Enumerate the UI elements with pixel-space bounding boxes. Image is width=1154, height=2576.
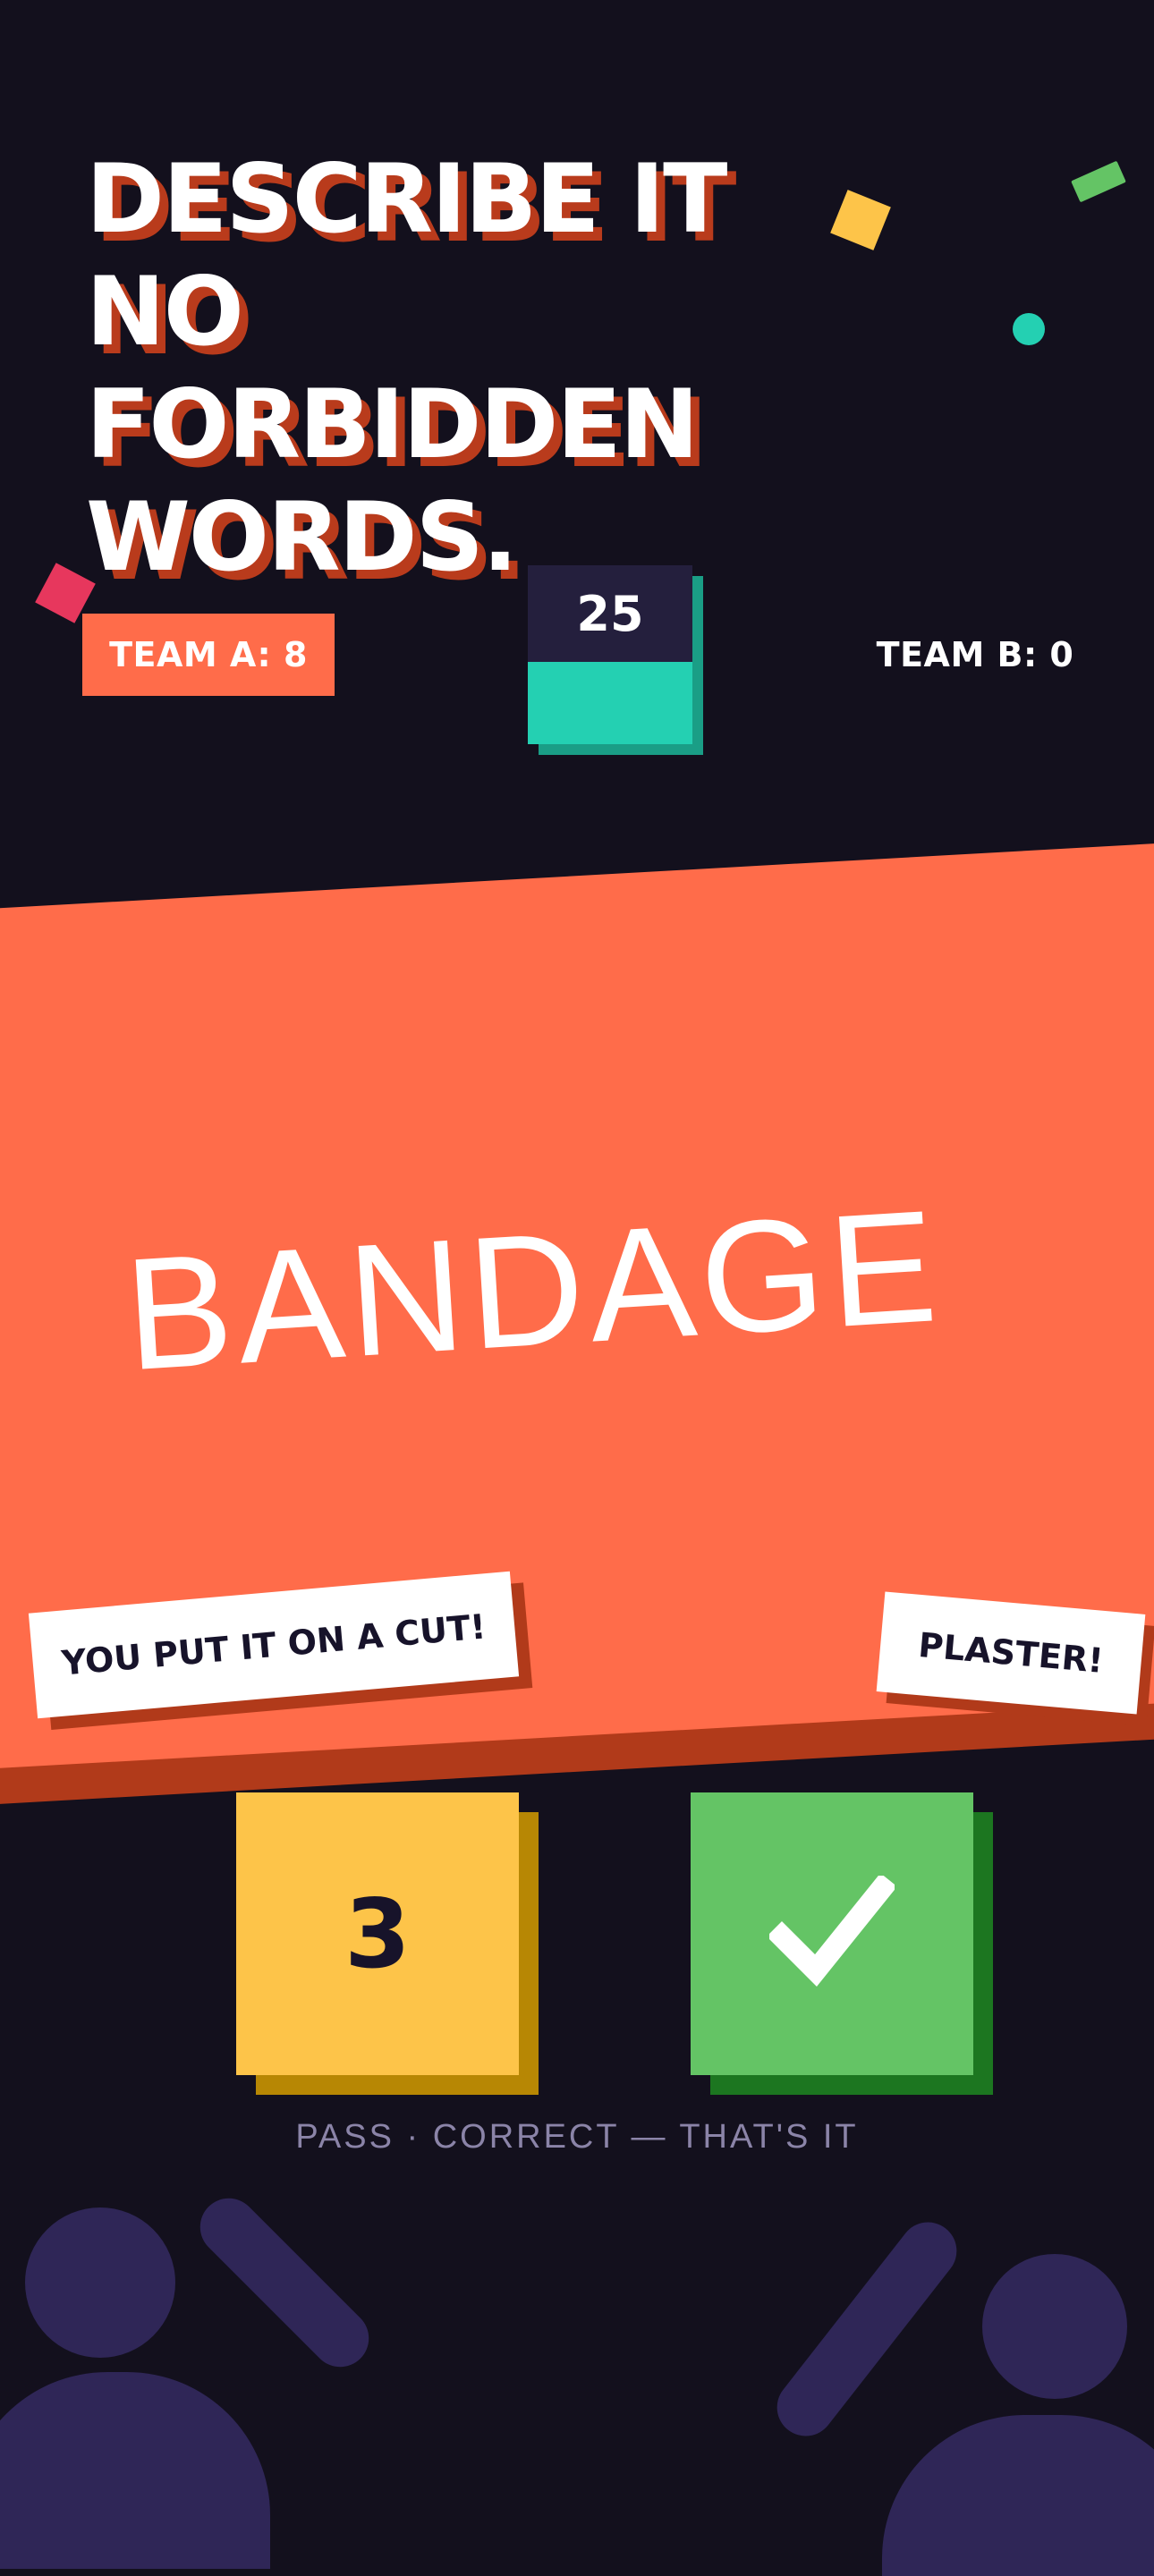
character-right-arm <box>765 2210 969 2448</box>
title-line-1: DESCRIBE IT <box>86 144 727 254</box>
pass-button[interactable]: 3 <box>236 1792 519 2075</box>
correct-button[interactable] <box>691 1792 973 2075</box>
team-a-score: TEAM A: 8 <box>82 614 335 696</box>
confetti-teal-dot <box>1013 313 1045 345</box>
pass-count: 3 <box>344 1878 411 1989</box>
timer-value: 25 <box>528 565 692 662</box>
character-left-arm <box>188 2186 381 2379</box>
timer: 25 <box>528 565 692 744</box>
character-right-head <box>982 2254 1127 2399</box>
character-left-body <box>0 2372 270 2569</box>
controls-hint: PASS · CORRECT — THAT'S IT <box>295 2118 859 2156</box>
character-left-head <box>25 2207 175 2358</box>
title-line-2: NO <box>86 257 244 367</box>
page-title: DESCRIBE IT NO FORBIDDEN WORDS. <box>86 143 727 594</box>
check-icon <box>769 1876 895 1987</box>
title-line-3: FORBIDDEN <box>86 369 699 479</box>
confetti-green-bar <box>1071 160 1126 203</box>
confetti-yellow-square <box>830 190 891 250</box>
team-b-score: TEAM B: 0 <box>876 635 1074 674</box>
character-right-body <box>882 2415 1154 2576</box>
